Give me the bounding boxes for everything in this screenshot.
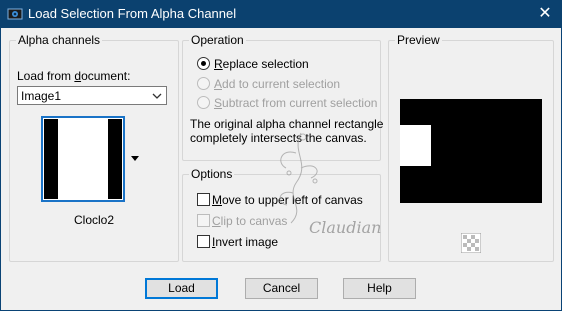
channel-thumbnail[interactable] <box>41 116 125 202</box>
chevron-down-icon <box>152 93 162 99</box>
move-to-upper-left-checkbox[interactable] <box>197 193 210 206</box>
clip-accel: C <box>212 214 221 228</box>
subtract-label-text: ubtract from current selection <box>222 96 378 110</box>
dialog-window: Load Selection From Alpha Channel ✕ Alph… <box>0 0 562 311</box>
load-from-document-label: Load from document: <box>17 69 130 83</box>
load-button[interactable]: Load <box>145 278 218 299</box>
document-select[interactable]: Image1 <box>17 86 167 105</box>
preview-group: Preview <box>388 34 554 262</box>
document-select-value: Image1 <box>21 89 62 103</box>
replace-selection-label[interactable]: Replace selection <box>214 57 309 71</box>
subtract-from-selection-label[interactable]: Subtract from current selection <box>214 96 377 110</box>
thumbnail-right-bar <box>108 119 122 199</box>
invert-image-checkbox[interactable] <box>197 235 210 248</box>
window-title: Load Selection From Alpha Channel <box>28 6 237 21</box>
add-to-selection-label[interactable]: Add to current selection <box>214 77 340 91</box>
close-icon: ✕ <box>538 5 552 22</box>
load-from-label-part: Load from <box>17 69 75 83</box>
clip-to-canvas-checkbox[interactable] <box>197 214 210 227</box>
cancel-button[interactable]: Cancel <box>245 278 318 299</box>
radio-selected-dot <box>201 61 206 66</box>
preview-selection-area <box>400 125 431 166</box>
replace-accel: R <box>214 57 223 71</box>
caret-down-icon <box>131 156 139 161</box>
channel-name-label: Cloclo2 <box>74 213 115 227</box>
close-button[interactable]: ✕ <box>532 2 558 26</box>
add-to-selection-radio[interactable] <box>197 77 210 90</box>
dialog-body: Alpha channels Load from document: Image… <box>1 28 561 310</box>
thumbnail-dropdown-button[interactable] <box>127 116 143 202</box>
subtract-from-selection-radio[interactable] <box>197 96 210 109</box>
options-group-label: Options <box>189 167 235 181</box>
add-accel: A <box>214 77 223 91</box>
load-from-label-part: ocument: <box>81 69 131 83</box>
preview-image <box>400 99 542 203</box>
app-icon <box>7 8 23 20</box>
preview-group-label: Preview <box>395 33 442 47</box>
watermark-logo: Claudiane <box>279 132 381 237</box>
watermark-text: Claudiane <box>309 218 381 237</box>
checkerboard-icon[interactable] <box>461 233 481 253</box>
replace-selection-radio[interactable] <box>197 57 210 70</box>
thumbnail-left-bar <box>44 119 58 199</box>
add-label-text: dd to current selection <box>222 77 341 91</box>
operation-group-label: Operation <box>189 33 246 47</box>
move-accel: M <box>212 193 222 207</box>
replace-label-text: eplace selection <box>222 57 309 71</box>
help-button[interactable]: Help <box>343 278 416 299</box>
subtract-accel: S <box>214 96 223 110</box>
title-bar[interactable]: Load Selection From Alpha Channel ✕ <box>0 0 562 28</box>
alpha-channels-group: Alpha channels Load from document: Image… <box>9 34 179 262</box>
alpha-channels-group-label: Alpha channels <box>16 33 103 47</box>
